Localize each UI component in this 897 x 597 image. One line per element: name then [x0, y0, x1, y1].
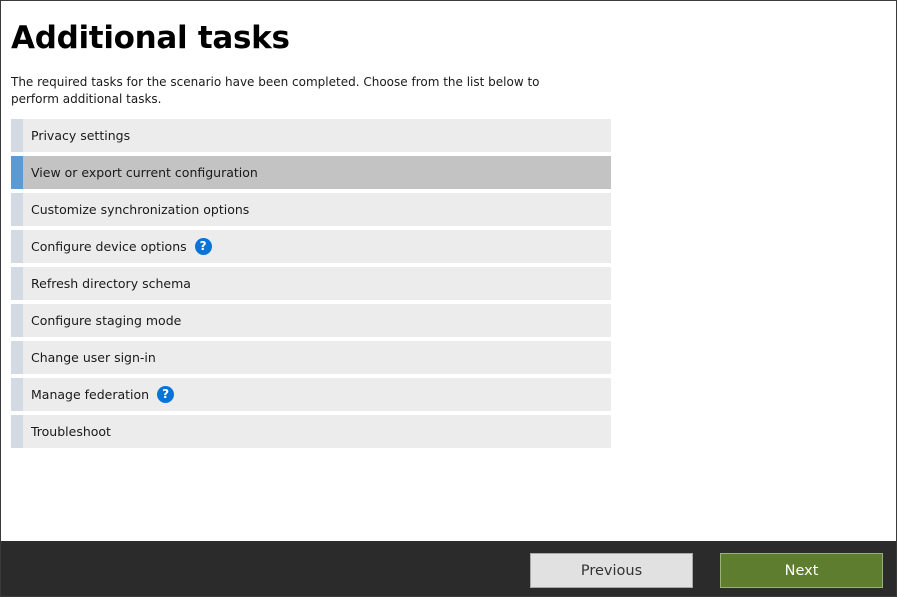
- task-item-label: Configure staging mode: [31, 313, 182, 328]
- task-item-customize-sync-options[interactable]: Customize synchronization options: [11, 193, 611, 226]
- page-description: The required tasks for the scenario have…: [11, 75, 540, 106]
- task-item-indicator: [11, 193, 23, 226]
- task-list: Privacy settings View or export current …: [11, 119, 611, 452]
- task-item-indicator: [11, 304, 23, 337]
- task-item-label: View or export current configuration: [31, 165, 258, 180]
- task-item-change-user-sign-in[interactable]: Change user sign-in: [11, 341, 611, 374]
- footer-bar: Previous Next: [1, 541, 896, 596]
- help-icon[interactable]: ?: [157, 386, 175, 403]
- task-item-troubleshoot[interactable]: Troubleshoot: [11, 415, 611, 448]
- task-item-indicator: [11, 230, 23, 263]
- task-item-view-export-configuration[interactable]: View or export current configuration: [11, 156, 611, 189]
- task-item-label: Customize synchronization options: [31, 202, 250, 217]
- task-item-label: Privacy settings: [31, 128, 131, 143]
- wizard-window: Additional tasks The required tasks for …: [0, 0, 897, 597]
- previous-button[interactable]: Previous: [530, 553, 693, 588]
- task-item-label: Manage federation: [31, 387, 150, 402]
- page-title: Additional tasks: [11, 20, 290, 56]
- task-item-manage-federation[interactable]: Manage federation ?: [11, 378, 611, 411]
- task-item-indicator: [11, 267, 23, 300]
- task-item-indicator: [11, 156, 23, 189]
- task-item-label: Configure device options: [31, 239, 187, 254]
- next-button[interactable]: Next: [720, 553, 883, 588]
- task-item-indicator: [11, 119, 23, 152]
- task-item-label: Refresh directory schema: [31, 276, 191, 291]
- task-item-indicator: [11, 415, 23, 448]
- help-icon[interactable]: ?: [194, 238, 212, 255]
- task-item-indicator: [11, 378, 23, 411]
- task-item-label: Troubleshoot: [31, 424, 111, 439]
- task-item-configure-device-options[interactable]: Configure device options ?: [11, 230, 611, 263]
- task-item-privacy-settings[interactable]: Privacy settings: [11, 119, 611, 152]
- task-item-label: Change user sign-in: [31, 350, 156, 365]
- task-item-configure-staging-mode[interactable]: Configure staging mode: [11, 304, 611, 337]
- task-item-indicator: [11, 341, 23, 374]
- task-item-refresh-directory-schema[interactable]: Refresh directory schema: [11, 267, 611, 300]
